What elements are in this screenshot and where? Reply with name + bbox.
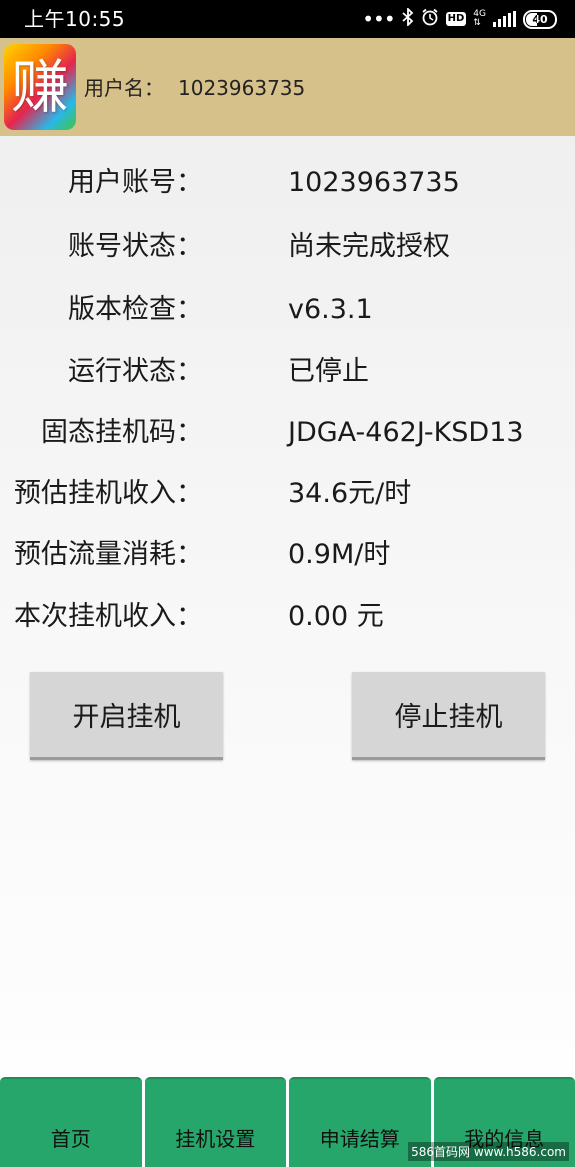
- info-row-estimated-income: 预估挂机收入： 34.6元/时: [0, 469, 575, 519]
- info-row-account: 用户账号： 1023963735: [0, 158, 575, 208]
- app-logo-icon: 赚: [4, 44, 76, 130]
- username-value: 1023963735: [178, 76, 306, 100]
- info-label: 运行状态：: [68, 356, 203, 387]
- info-value: 已停止: [288, 356, 369, 387]
- header-username: 用户名： 1023963735: [84, 72, 305, 101]
- alarm-icon: [421, 8, 439, 31]
- info-label: 账号状态：: [68, 231, 203, 262]
- bluetooth-icon: [402, 6, 414, 31]
- info-row-version: 版本检查： v6.3.1: [0, 285, 575, 335]
- more-dots-icon: •••: [362, 7, 395, 31]
- info-value: 尚未完成授权: [288, 231, 450, 262]
- app-logo-char: 赚: [10, 53, 69, 121]
- info-value: 1023963735: [288, 167, 460, 198]
- app-header: 赚 用户名： 1023963735: [0, 38, 575, 136]
- info-label: 预估挂机收入：: [14, 478, 203, 509]
- info-label: 预估流量消耗：: [14, 539, 203, 570]
- info-value: 0.9M/时: [288, 539, 391, 570]
- info-label: 本次挂机收入：: [14, 601, 203, 632]
- status-icons: ••• HD 4G ⇅ 40: [362, 6, 557, 31]
- info-row-estimated-traffic: 预估流量消耗： 0.9M/时: [0, 530, 575, 580]
- info-row-session-income: 本次挂机收入： 0.00 元: [0, 592, 575, 642]
- info-row-run-status: 运行状态： 已停止: [0, 347, 575, 397]
- app-screen: 上午10:55 ••• HD 4G ⇅ 40 赚 用户名： 1023963735…: [0, 0, 575, 1167]
- hd-icon: HD: [445, 12, 467, 26]
- start-hosting-button[interactable]: 开启挂机: [30, 672, 223, 760]
- info-value: 0.00 元: [288, 601, 384, 632]
- info-label: 版本检查：: [68, 294, 203, 325]
- battery-icon: 40: [523, 9, 557, 29]
- battery-level: 40: [532, 12, 548, 26]
- info-label: 固态挂机码：: [41, 417, 203, 448]
- username-label: 用户名：: [84, 76, 164, 100]
- info-value: 34.6元/时: [288, 478, 412, 509]
- info-value: v6.3.1: [288, 294, 373, 325]
- tab-hosting-settings[interactable]: 挂机设置: [144, 1077, 286, 1167]
- tab-home[interactable]: 首页: [0, 1077, 142, 1167]
- info-label: 用户账号：: [68, 167, 203, 198]
- stop-hosting-button[interactable]: 停止挂机: [352, 672, 545, 760]
- status-bar: 上午10:55 ••• HD 4G ⇅ 40: [0, 0, 575, 38]
- network-4g-icon: 4G ⇅: [473, 10, 486, 28]
- network-arrows: ⇅: [473, 18, 481, 28]
- signal-icon: [493, 11, 516, 27]
- site-watermark: 586首码网 www.h586.com: [408, 1142, 569, 1161]
- info-row-account-status: 账号状态： 尚未完成授权: [0, 222, 575, 272]
- info-row-device-code: 固态挂机码： JDGA-462J-KSD13: [0, 408, 575, 458]
- info-value: JDGA-462J-KSD13: [288, 417, 524, 448]
- status-time: 上午10:55: [24, 7, 126, 31]
